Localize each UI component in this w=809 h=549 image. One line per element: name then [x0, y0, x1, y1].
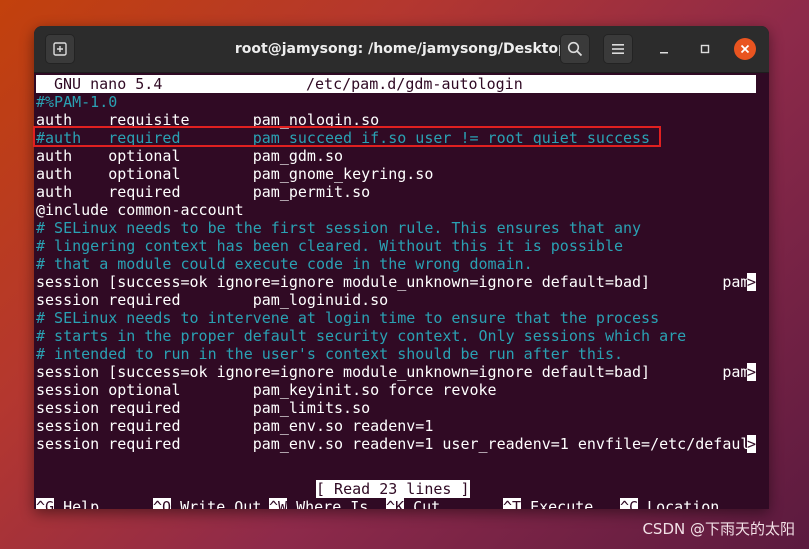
search-button[interactable] — [560, 34, 590, 64]
nano-header: GNU nano 5.4/etc/pam.d/gdm-autologin — [36, 75, 756, 93]
nano-file-path: /etc/pam.d/gdm-autologin — [306, 75, 523, 93]
editor-line: session required pam_loginuid.so — [36, 291, 756, 309]
editor-line: session [success=ok ignore=ignore module… — [36, 273, 756, 291]
status-message: [ Read 23 lines ] — [316, 480, 470, 498]
editor-line-text: # SELinux needs to be the first session … — [36, 219, 642, 237]
editor-line-text: @include common-account — [36, 201, 244, 219]
shortcut-label: Execute — [530, 498, 594, 509]
editor-line: #auth required pam_succeed_if.so user !=… — [36, 129, 756, 147]
minimize-button[interactable] — [654, 39, 674, 59]
editor-line: @include common-account — [36, 201, 756, 219]
editor-line-text: session optional pam_keyinit.so force re… — [36, 381, 497, 399]
watermark: CSDN @下雨天的太阳 — [642, 520, 795, 538]
editor-line-text: session required pam_limits.so — [36, 399, 371, 417]
editor-line-text: # that a module could execute code in th… — [36, 255, 533, 273]
maximize-icon — [700, 44, 710, 54]
shortcut-key: ^G — [36, 498, 55, 509]
shortcut-label: Where Is — [296, 498, 369, 509]
shortcut-label: Write Out — [180, 498, 262, 509]
minimize-icon — [660, 52, 668, 54]
editor-line: session required pam_limits.so — [36, 399, 756, 417]
editor-line: session required pam_env.so readenv=1 — [36, 417, 756, 435]
editor-line: # that a module could execute code in th… — [36, 255, 756, 273]
shortcut-key: ^C — [620, 498, 639, 509]
close-button[interactable] — [734, 38, 756, 60]
shortcut-item[interactable]: ^W Where Is — [269, 498, 368, 509]
editor-line: # starts in the proper default security … — [36, 327, 756, 345]
editor-line: # lingering context has been cleared. Wi… — [36, 237, 756, 255]
editor-line: session required pam_env.so readenv=1 us… — [36, 435, 756, 453]
editor-line-text: session required pam_env.so readenv=1 us… — [36, 435, 750, 453]
editor-line-text: session required pam_env.so readenv=1 — [36, 417, 434, 435]
editor-line: session [success=ok ignore=ignore module… — [36, 363, 756, 381]
shortcut-key: ^K — [386, 498, 405, 509]
close-icon — [740, 44, 750, 54]
editor-line: # intended to run in the user's context … — [36, 345, 756, 363]
terminal-area[interactable]: GNU nano 5.4/etc/pam.d/gdm-autologin #%P… — [34, 73, 756, 509]
shortcut-item[interactable]: ^C Location — [620, 498, 719, 509]
title-bar: root@jamysong: /home/jamysong/Desktop — [34, 26, 769, 73]
editor-line-text: session [success=ok ignore=ignore module… — [36, 273, 750, 291]
nano-version: GNU nano 5.4 — [54, 75, 163, 93]
editor-line-text: auth requisite pam_nologin.so — [36, 111, 380, 129]
editor-line: auth optional pam_gdm.so — [36, 147, 756, 165]
truncation-marker: > — [746, 363, 756, 381]
shortcut-item[interactable]: ^K Cut — [386, 498, 440, 509]
search-icon — [567, 41, 583, 57]
truncation-marker: > — [746, 435, 756, 453]
editor-line-text: session [success=ok ignore=ignore module… — [36, 363, 750, 381]
editor-line-text: auth optional pam_gdm.so — [36, 147, 344, 165]
new-tab-icon — [53, 42, 67, 56]
editor-line-text: # intended to run in the user's context … — [36, 345, 623, 363]
editor-line-text: #auth required pam_succeed_if.so user !=… — [36, 129, 651, 147]
editor-line: auth requisite pam_nologin.so — [36, 111, 756, 129]
shortcut-item[interactable]: ^T Execute — [503, 498, 593, 509]
terminal-window: root@jamysong: /home/jamysong/Desktop GN… — [34, 26, 769, 509]
new-tab-button[interactable] — [45, 34, 75, 64]
shortcut-label: Cut — [413, 498, 441, 509]
menu-button[interactable] — [603, 34, 633, 64]
shortcut-key: ^T — [503, 498, 522, 509]
editor-line: #%PAM-1.0 — [36, 93, 756, 111]
truncation-marker: > — [746, 273, 756, 291]
shortcut-label: Location — [647, 498, 720, 509]
shortcut-key: ^W — [269, 498, 288, 509]
editor-line-text: # SELinux needs to intervene at login ti… — [36, 309, 660, 327]
editor-line-text: # lingering context has been cleared. Wi… — [36, 237, 623, 255]
editor-line: session optional pam_keyinit.so force re… — [36, 381, 756, 399]
editor-line-text: auth required pam_permit.so — [36, 183, 371, 201]
editor-line-text: # starts in the proper default security … — [36, 327, 687, 345]
shortcut-label: Help — [63, 498, 100, 509]
maximize-button[interactable] — [695, 39, 715, 59]
editor-line-text: session required pam_loginuid.so — [36, 291, 389, 309]
editor-line: auth required pam_permit.so — [36, 183, 756, 201]
shortcut-key: ^O — [153, 498, 172, 509]
editor-line-text: auth optional pam_gnome_keyring.so — [36, 165, 434, 183]
editor-line: # SELinux needs to intervene at login ti… — [36, 309, 756, 327]
editor-line: # SELinux needs to be the first session … — [36, 219, 756, 237]
editor-line-text: #%PAM-1.0 — [36, 93, 118, 111]
shortcut-item[interactable]: ^G Help — [36, 498, 99, 509]
editor-line: auth optional pam_gnome_keyring.so — [36, 165, 756, 183]
shortcut-item[interactable]: ^O Write Out — [153, 498, 261, 509]
hamburger-menu-icon — [612, 44, 624, 54]
